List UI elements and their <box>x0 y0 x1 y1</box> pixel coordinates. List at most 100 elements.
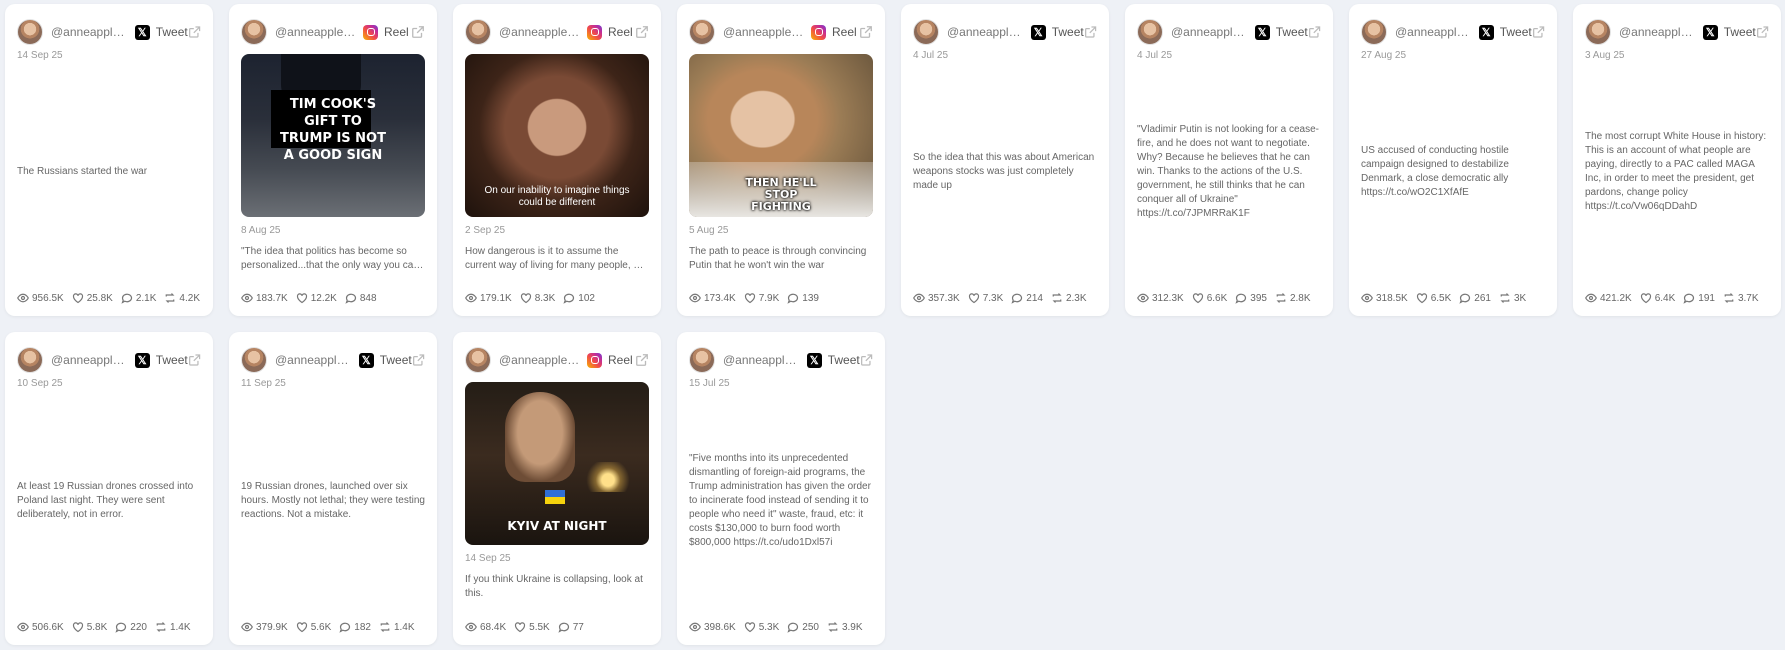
avatar <box>465 347 491 373</box>
external-link-icon[interactable] <box>188 353 201 367</box>
heart-icon <box>744 622 755 633</box>
avatar <box>1585 19 1611 45</box>
author-handle: @anneapplebaum <box>1171 25 1249 39</box>
author-handle: @anneapplebaum <box>723 353 801 367</box>
views-count: 173.4K <box>704 292 736 304</box>
views-count: 379.9K <box>256 621 288 633</box>
comment-icon <box>787 622 799 633</box>
avatar <box>17 347 43 373</box>
post-type-label: Tweet <box>1723 25 1756 39</box>
post-card[interactable]: @anneapplebaum 𝕏 Tweet 11 Sep 25 19 Russ… <box>229 332 437 645</box>
video-thumbnail[interactable]: THEN HE'LL STOP FIGHTING <box>689 54 873 217</box>
likes-count: 5.6K <box>310 621 332 633</box>
external-link-icon[interactable] <box>411 25 425 39</box>
avatar <box>241 19 267 45</box>
post-card[interactable]: @anneapplebaum 𝕏 Tweet 14 Sep 25 The Rus… <box>5 4 213 316</box>
views-icon <box>1585 293 1597 303</box>
post-card[interactable]: @anneapplebaum Reel THEN HE'LL STOP FIGH… <box>677 4 885 316</box>
author-handle: @anneapplebaum <box>723 25 805 39</box>
post-text: So the idea that this was about American… <box>913 152 1095 191</box>
comment-icon <box>558 622 569 633</box>
views-count: 179.1K <box>480 292 512 304</box>
external-link-icon[interactable] <box>412 353 425 367</box>
heart-icon <box>1640 293 1651 304</box>
external-link-icon[interactable] <box>1308 25 1321 39</box>
external-link-icon[interactable] <box>860 353 873 367</box>
heart-icon <box>520 293 531 304</box>
post-text: "Vladimir Putin is not looking for a cea… <box>1137 124 1319 219</box>
comment-icon <box>1235 293 1247 304</box>
external-link-icon[interactable] <box>635 25 649 39</box>
repost-icon <box>828 622 838 632</box>
video-thumbnail[interactable]: TIM COOK'S GIFT TO TRUMP IS NOT A GOOD S… <box>241 54 425 217</box>
post-card[interactable]: @anneapplebaum 𝕏 Tweet 4 Jul 25 So the i… <box>901 4 1109 316</box>
post-type-label: Tweet <box>1275 25 1308 39</box>
views-icon <box>17 293 29 303</box>
post-type-label: Tweet <box>1051 25 1084 39</box>
comments-count: 250 <box>802 621 819 633</box>
reposts-count: 4.2K <box>179 292 200 304</box>
comments-count: 261 <box>1474 292 1491 304</box>
external-link-icon[interactable] <box>1532 25 1545 39</box>
video-caption: TIM COOK'S GIFT TO TRUMP IS NOT A GOOD S… <box>280 97 386 163</box>
x-logo-icon: 𝕏 <box>1478 24 1494 40</box>
views-count: 506.6K <box>32 621 64 633</box>
x-logo-icon: 𝕏 <box>134 352 150 368</box>
heart-icon <box>744 293 755 304</box>
external-link-icon[interactable] <box>859 25 873 39</box>
stats-bar: 318.5K 6.5K 261 3K <box>1361 292 1549 304</box>
post-card[interactable]: @anneapplebaum 𝕏 Tweet 15 Jul 25 "Five m… <box>677 332 885 645</box>
post-card[interactable]: @anneapplebaum 𝕏 Tweet 3 Aug 25 The most… <box>1573 4 1781 316</box>
comment-icon <box>1683 293 1695 304</box>
likes-count: 5.3K <box>758 621 780 633</box>
repost-icon <box>165 293 175 303</box>
repost-icon <box>1052 293 1062 303</box>
x-logo-icon: 𝕏 <box>358 352 374 368</box>
post-text: The Russians started the war <box>17 166 148 177</box>
x-logo-icon: 𝕏 <box>1702 24 1718 40</box>
post-card[interactable]: @anneapplebaum Reel On our inability to … <box>453 4 661 316</box>
post-type-label: Reel <box>384 25 409 39</box>
post-type-label: Reel <box>832 25 857 39</box>
heart-icon <box>1416 293 1427 304</box>
views-icon <box>465 622 477 632</box>
likes-count: 5.5K <box>529 621 550 633</box>
repost-icon <box>1724 293 1734 303</box>
video-caption: THEN HE'LL STOP FIGHTING <box>745 176 817 213</box>
post-date: 8 Aug 25 <box>241 225 281 236</box>
video-thumbnail[interactable]: KYIV AT NIGHT <box>465 382 649 545</box>
post-card[interactable]: @anneapplebaum Reel KYIV AT NIGHT 14 Sep… <box>453 332 661 645</box>
stats-bar: 179.1K 8.3K 102 <box>465 292 653 304</box>
post-card[interactable]: @anneapplebaum 𝕏 Tweet 10 Sep 25 At leas… <box>5 332 213 645</box>
heart-icon <box>1192 293 1203 304</box>
post-type-label: Reel <box>608 25 633 39</box>
video-thumbnail[interactable]: On our inability to imagine things could… <box>465 54 649 217</box>
views-count: 956.5K <box>32 292 64 304</box>
post-type-label: Tweet <box>827 353 860 367</box>
repost-icon <box>1500 293 1510 303</box>
external-link-icon[interactable] <box>1756 25 1769 39</box>
external-link-icon[interactable] <box>188 25 201 39</box>
views-count: 68.4K <box>480 621 507 633</box>
post-type-label: Tweet <box>155 353 188 367</box>
likes-count: 7.3K <box>982 292 1004 304</box>
views-count: 312.3K <box>1152 292 1184 304</box>
post-card[interactable]: @anneapplebaum 𝕏 Tweet 27 Aug 25 US accu… <box>1349 4 1557 316</box>
comments-count: 848 <box>359 292 377 304</box>
card-header: @anneapplebaum Reel <box>465 18 649 46</box>
post-grid: @anneapplebaum 𝕏 Tweet 14 Sep 25 The Rus… <box>0 0 1785 645</box>
reposts-count: 1.4K <box>393 621 415 633</box>
likes-count: 7.9K <box>758 292 780 304</box>
post-card[interactable]: @anneapplebaum Reel TIM COOK'S GIFT TO T… <box>229 4 437 316</box>
external-link-icon[interactable] <box>635 353 649 367</box>
views-icon <box>241 293 253 303</box>
stats-bar: 173.4K 7.9K 139 <box>689 292 877 304</box>
card-header: @anneapplebaum 𝕏 Tweet <box>1137 18 1321 46</box>
reposts-count: 3K <box>1513 292 1527 304</box>
external-link-icon[interactable] <box>1084 25 1097 39</box>
views-count: 357.3K <box>928 292 960 304</box>
views-icon <box>465 293 477 303</box>
post-card[interactable]: @anneapplebaum 𝕏 Tweet 4 Jul 25 "Vladimi… <box>1125 4 1333 316</box>
card-header: @anneapplebaum Reel <box>465 346 649 374</box>
post-text: "Five months into its unprecedented dism… <box>689 452 871 548</box>
